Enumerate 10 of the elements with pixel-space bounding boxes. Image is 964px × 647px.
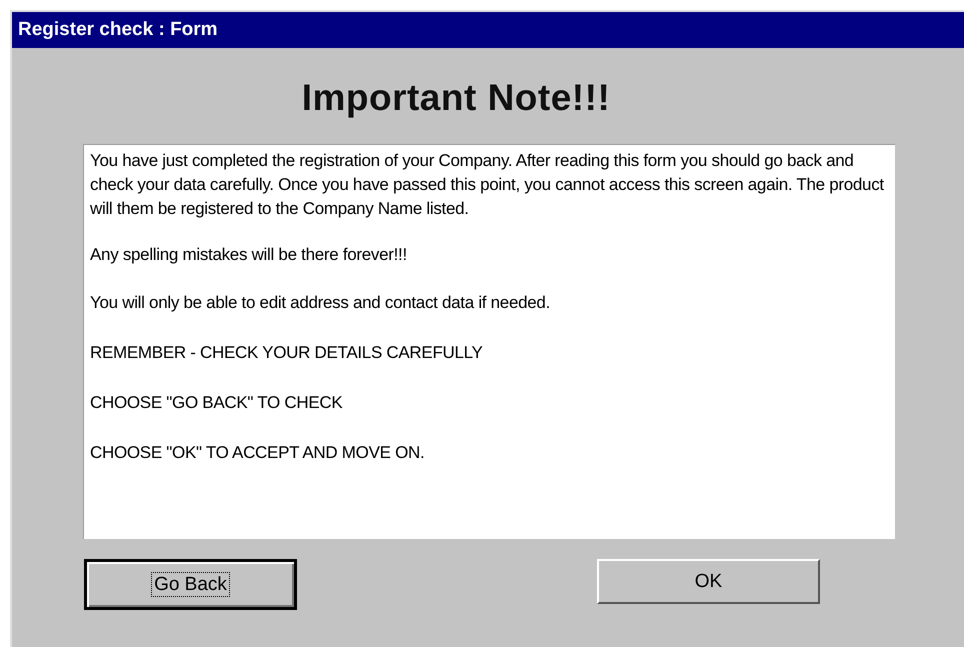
message-paragraph: CHOOSE "GO BACK" TO CHECK <box>90 392 344 414</box>
dialog-button[interactable]: Go Back <box>84 559 297 610</box>
heading: Important Note!!! <box>300 76 612 120</box>
message-paragraph: REMEMBER - CHECK YOUR DETAILS CAREFULLY <box>90 342 484 364</box>
message-paragraph: You have just completed the registration of your Company. After reading this form you should go back and check your data carefully. Once you have passed this point, you cannot access this screen again. The product will them be registered to the Company Name listed. <box>90 150 885 220</box>
message-paragraph: You will only be able to edit address and contact data if needed. <box>90 292 551 314</box>
message-paragraph: CHOOSE "OK" TO ACCEPT AND MOVE ON. <box>90 442 426 464</box>
dialog-button[interactable]: OK <box>597 559 820 604</box>
message-paragraph: Any spelling mistakes will be there forever!!! <box>90 244 408 266</box>
window-title: Register check : Form <box>18 19 218 41</box>
